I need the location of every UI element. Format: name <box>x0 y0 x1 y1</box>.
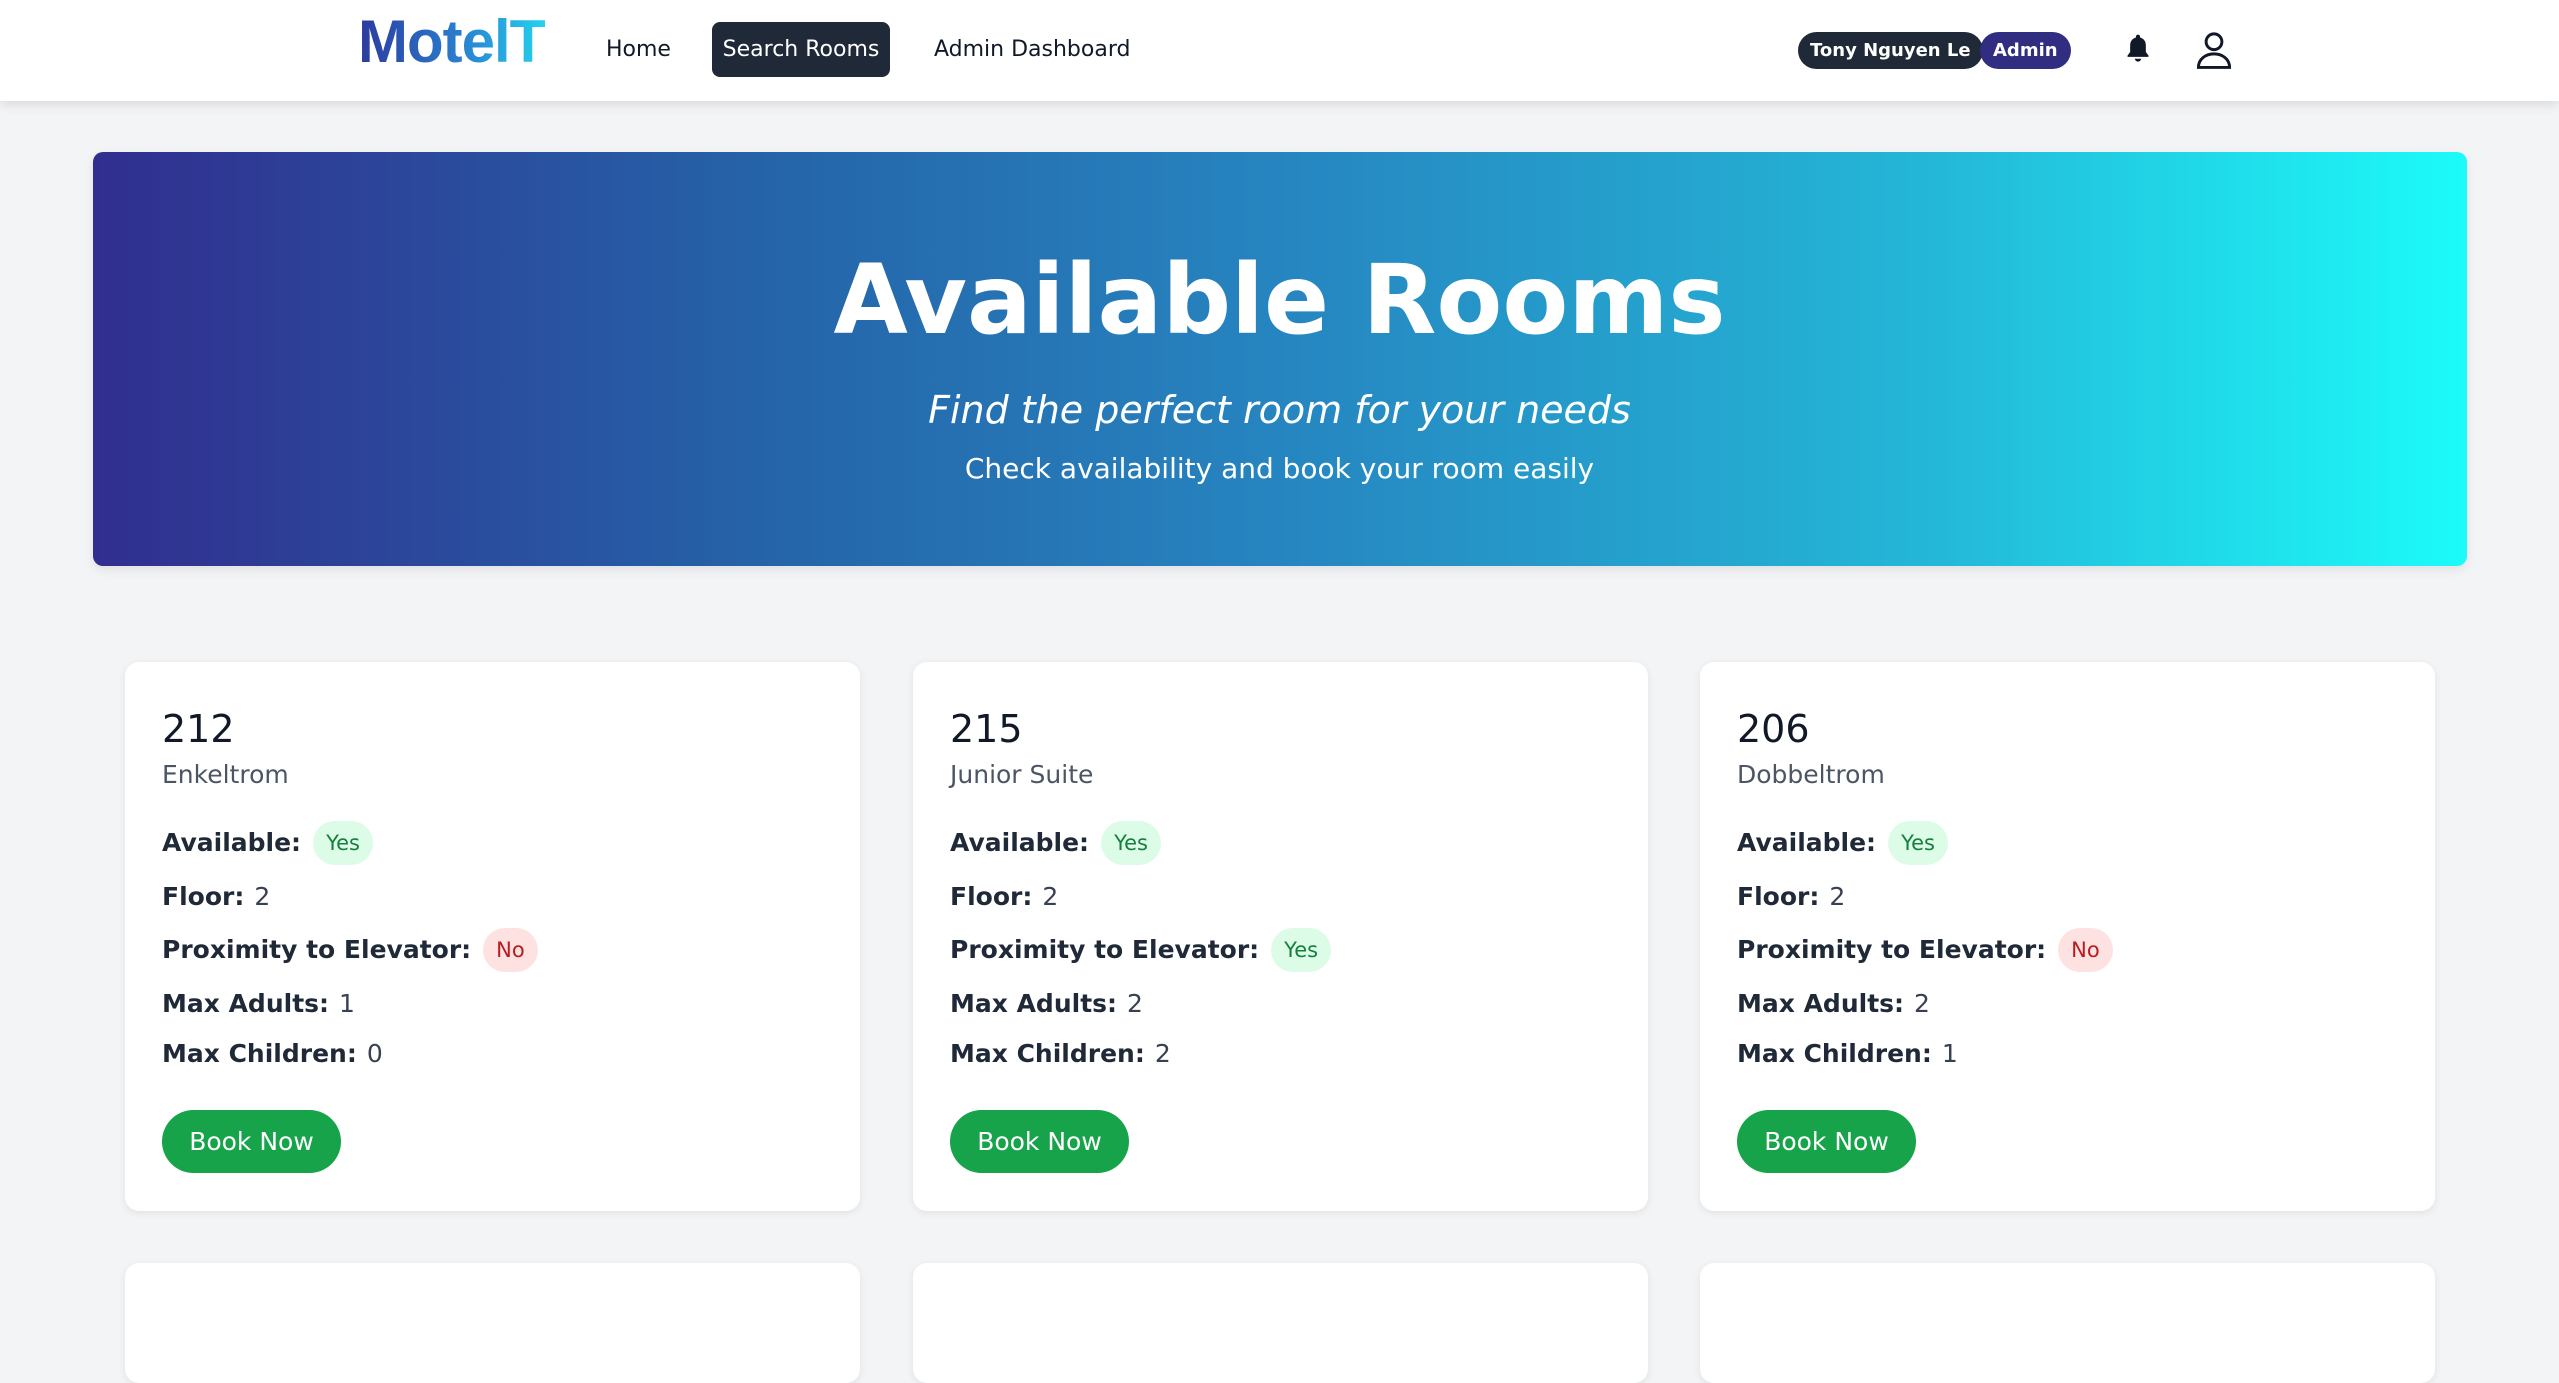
availability-row: Available: Yes <box>162 821 373 865</box>
room-card-partial <box>125 1263 860 1383</box>
room-card-partial <box>913 1263 1648 1383</box>
max-adults-value: 1 <box>339 989 355 1018</box>
room-card: 206 Dobbeltrom Available: Yes Floor: 2 Pro… <box>1700 662 2435 1211</box>
available-label: Available: <box>950 828 1090 857</box>
floor-value: 2 <box>254 882 271 911</box>
floor-value: 2 <box>1042 882 1059 911</box>
max-adults-row: Max Adults: 2 <box>1737 982 1930 1026</box>
room-number: 215 <box>950 707 1023 751</box>
brand-logo[interactable]: MotelT <box>358 6 546 78</box>
elevator-label: Proximity to Elevator: <box>950 935 1260 964</box>
book-now-button[interactable]: Book Now <box>1737 1110 1916 1173</box>
user-name-badge: Tony Nguyen Le <box>1798 32 1983 69</box>
room-card: 212 Enkeltrom Available: Yes Floor: 2 Prox… <box>125 662 860 1211</box>
max-children-label: Max Children: <box>1737 1039 1932 1068</box>
elevator-label: Proximity to Elevator: <box>162 935 472 964</box>
floor-label: Floor: <box>162 882 245 911</box>
max-children-value: 2 <box>1154 1039 1171 1068</box>
room-number: 212 <box>162 707 235 751</box>
elevator-row: Proximity to Elevator: No <box>1737 928 2113 972</box>
floor-row: Floor: 2 <box>950 875 1058 919</box>
floor-row: Floor: 2 <box>162 875 270 919</box>
elevator-row: Proximity to Elevator: No <box>162 928 538 972</box>
room-type: Dobbeltrom <box>1737 760 1885 789</box>
user-profile-icon[interactable] <box>2192 28 2236 72</box>
availability-row: Available: Yes <box>950 821 1161 865</box>
hero-subtitle: Find the perfect room for your needs <box>928 388 1631 432</box>
available-badge: Yes <box>1101 821 1161 865</box>
max-adults-row: Max Adults: 1 <box>162 982 355 1026</box>
nav-home-link[interactable]: Home <box>588 22 689 77</box>
max-adults-label: Max Adults: <box>1737 989 1905 1018</box>
max-adults-label: Max Adults: <box>162 989 330 1018</box>
floor-row: Floor: 2 <box>1737 875 1845 919</box>
elevator-row: Proximity to Elevator: Yes <box>950 928 1332 972</box>
room-card: 215 Junior Suite Available: Yes Floor: 2 P… <box>913 662 1648 1211</box>
max-adults-label: Max Adults: <box>950 989 1118 1018</box>
max-children-value: 0 <box>366 1039 383 1068</box>
available-badge: Yes <box>1888 821 1948 865</box>
max-adults-value: 2 <box>1127 989 1143 1018</box>
nav-admin-dashboard-link[interactable]: Admin Dashboard <box>916 22 1148 77</box>
bell-icon[interactable] <box>2122 32 2154 66</box>
max-children-row: Max Children: 2 <box>950 1032 1171 1076</box>
role-badge: Admin <box>1980 32 2071 69</box>
max-children-row: Max Children: 0 <box>162 1032 383 1076</box>
elevator-label: Proximity to Elevator: <box>1737 935 2047 964</box>
room-type: Junior Suite <box>950 760 1094 789</box>
room-number: 206 <box>1737 707 1810 751</box>
available-badge: Yes <box>313 821 373 865</box>
max-adults-value: 2 <box>1914 989 1930 1018</box>
elevator-badge: No <box>2058 928 2113 972</box>
availability-row: Available: Yes <box>1737 821 1948 865</box>
max-children-label: Max Children: <box>162 1039 357 1068</box>
floor-label: Floor: <box>1737 882 1820 911</box>
book-now-button[interactable]: Book Now <box>950 1110 1129 1173</box>
floor-label: Floor: <box>950 882 1033 911</box>
available-label: Available: <box>1737 828 1877 857</box>
hero-description: Check availability and book your room ea… <box>964 452 1595 485</box>
max-adults-row: Max Adults: 2 <box>950 982 1143 1026</box>
nav-search-rooms-link[interactable]: Search Rooms <box>712 22 890 77</box>
floor-value: 2 <box>1829 882 1846 911</box>
elevator-badge: No <box>483 928 538 972</box>
max-children-label: Max Children: <box>950 1039 1145 1068</box>
room-type: Enkeltrom <box>162 760 289 789</box>
room-card-partial <box>1700 1263 2435 1383</box>
available-label: Available: <box>162 828 302 857</box>
elevator-badge: Yes <box>1271 928 1332 972</box>
top-navbar: MotelT Home Search Rooms Admin Dashboard… <box>0 0 2559 101</box>
page-title: Available Rooms <box>833 244 1726 356</box>
max-children-value: 1 <box>1941 1039 1958 1068</box>
max-children-row: Max Children: 1 <box>1737 1032 1958 1076</box>
book-now-button[interactable]: Book Now <box>162 1110 341 1173</box>
